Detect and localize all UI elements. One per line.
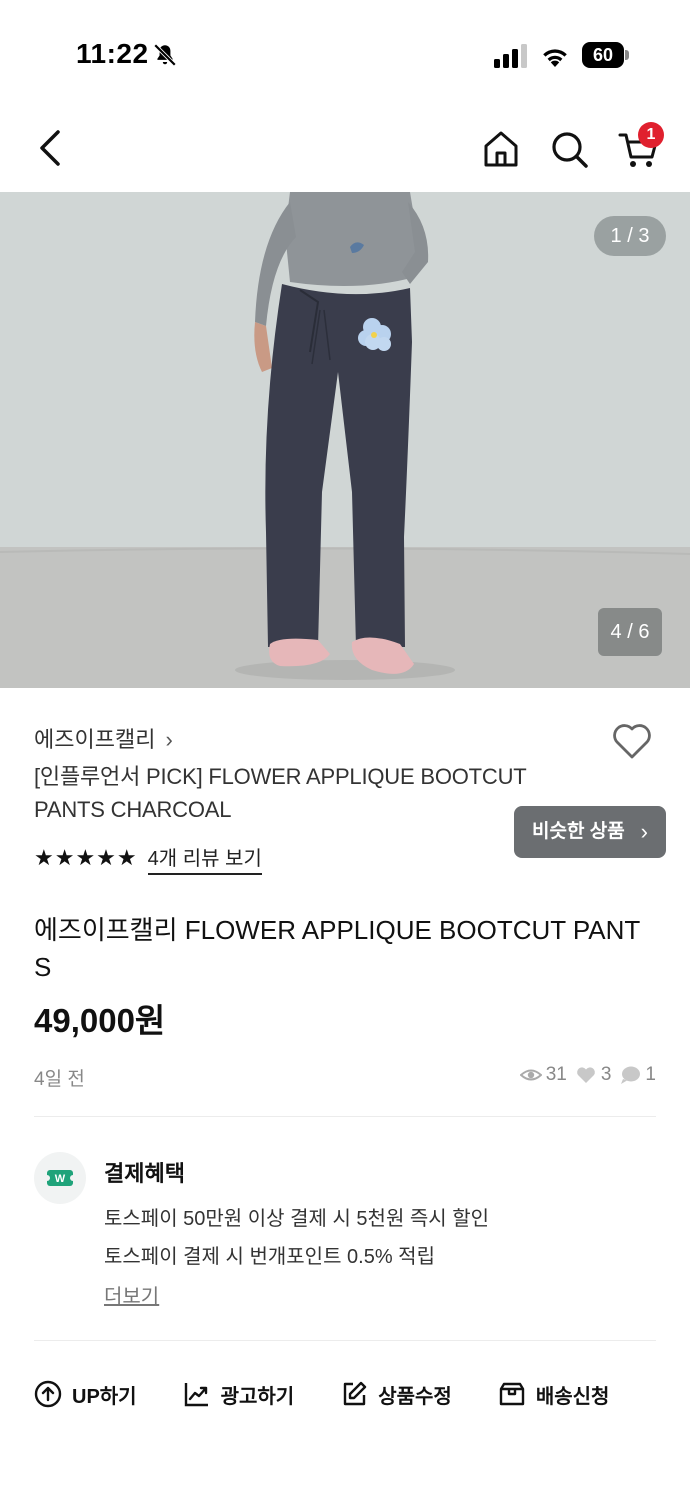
ad-button[interactable]: 광고하기 [183,1380,295,1409]
divider [34,1116,656,1117]
product-image-carousel[interactable]: 1 / 3 4 / 6 [0,192,690,688]
listing-stats: 31 3 1 [519,1064,656,1086]
won-card-icon: W [44,1170,76,1186]
status-bar: 11:22 60 [0,0,690,100]
payment-benefit-icon: W [34,1152,86,1204]
cart-count-badge: 1 [638,122,664,148]
brand-name: 에즈이프캘리 [34,727,156,752]
edit-label: 상품수정 [378,1385,452,1408]
battery-indicator: 60 [582,42,630,68]
heart-icon[interactable] [610,720,654,762]
review-link[interactable]: 4개 리뷰 보기 [147,842,262,875]
similar-products-label: 비슷한 상품 [532,821,625,842]
edit-product-button[interactable]: 상품수정 [340,1380,452,1409]
benefit-title: 결제혜택 [104,1161,185,1186]
rating-row: ★★★★★ 4개 리뷰 보기 [34,842,262,875]
search-icon[interactable] [548,128,590,170]
chats-count: 1 [645,1064,656,1085]
edit-icon [344,1381,367,1406]
battery-tip [625,50,629,60]
views-count: 31 [545,1064,567,1085]
wifi-icon [543,49,567,67]
shipping-request-button[interactable]: 배송신청 [498,1380,610,1409]
trend-chart-icon [184,1383,208,1407]
benefit-item: 토스페이 결제 시 번개포인트 0.5% 적립 [104,1246,435,1268]
chats-stat: 1 [619,1064,656,1086]
bell-off-icon [153,43,177,67]
seller-action-bar: UP하기 광고하기 상품수정 배송신청 [34,1366,690,1422]
shipping-label: 배송신청 [535,1385,610,1408]
box-icon [499,1382,525,1406]
cellular-signal-icon [494,44,527,68]
likes-count: 3 [600,1064,612,1085]
arrow-up-circle-icon [34,1380,62,1408]
views-stat: 31 [519,1064,567,1086]
benefit-more-link[interactable]: 더보기 [104,1280,159,1309]
brand-link[interactable]: 에즈이프캘리 › [34,722,173,754]
home-icon[interactable] [480,128,522,170]
posted-time: 4일 전 [34,1069,85,1090]
back-arrow-icon[interactable] [32,126,72,170]
photo-inner-counter: 4 / 6 [598,608,662,656]
likes-stat: 3 [575,1064,612,1086]
star-rating-icon: ★★★★★ [34,845,138,870]
eye-icon [519,1069,542,1081]
image-page-counter: 1 / 3 [594,216,666,256]
chevron-right-icon: › [165,727,173,752]
up-button[interactable]: UP하기 [34,1380,137,1409]
battery-level: 60 [592,45,614,65]
chat-bubble-icon [621,1066,641,1084]
chevron-right-icon: › [640,819,648,844]
price: 49,000원 [34,1002,166,1039]
product-photo [0,192,690,688]
heart-icon [576,1067,595,1083]
similar-products-button[interactable]: 비슷한 상품 › [514,806,666,858]
ad-label: 광고하기 [220,1385,295,1408]
product-title: [인플루언서 PICK] FLOWER APPLIQUE BOOTCUT PAN… [34,764,527,822]
up-label: UP하기 [72,1385,137,1408]
svg-text:W: W [55,1173,66,1185]
divider [34,1340,656,1341]
benefit-item: 토스페이 50만원 이상 결제 시 5천원 즉시 할인 [104,1208,490,1230]
status-time: 11:22 [76,38,149,69]
listing-title: 에즈이프캘리 FLOWER APPLIQUE BOOTCUT PANTS [34,915,641,982]
top-nav [0,100,690,192]
